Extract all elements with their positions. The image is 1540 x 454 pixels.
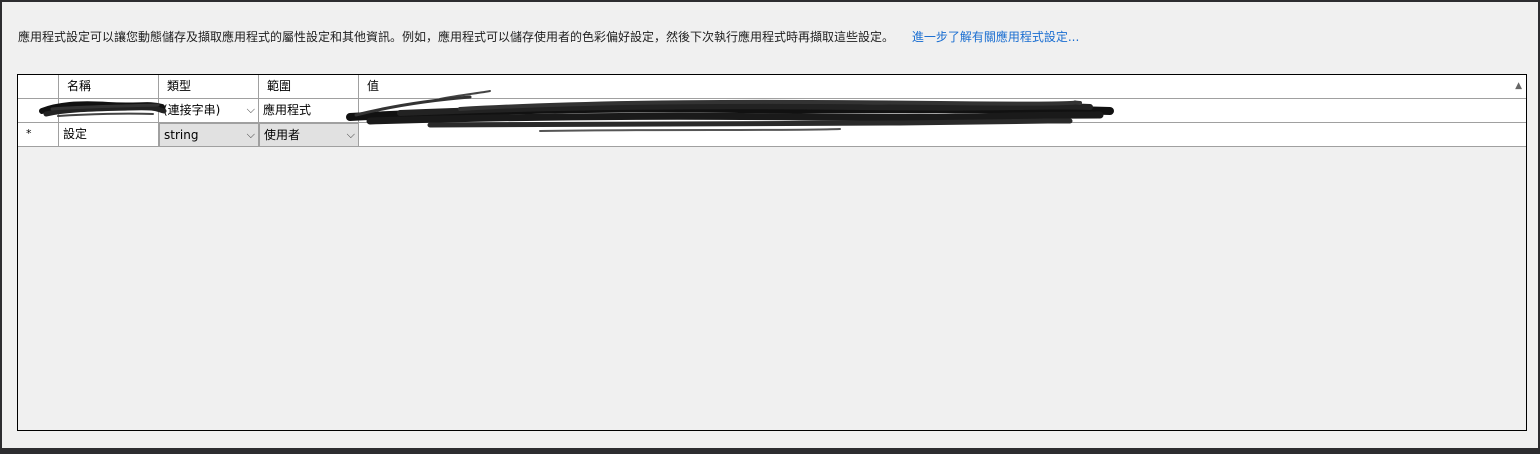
setting-name-cell[interactable]: 設定 — [59, 123, 159, 147]
learn-more-link[interactable]: 進一步了解有關應用程式設定... — [912, 30, 1079, 44]
settings-grid: 名稱 類型 範圍 值 ▲ (連接字串) ⌵ 應用程式 * 設定 string ⌵… — [17, 74, 1527, 431]
setting-type-combo[interactable]: (連接字串) ⌵ — [159, 99, 259, 123]
header-selector[interactable] — [18, 75, 59, 99]
chevron-down-icon[interactable]: ⌵ — [347, 124, 355, 146]
chevron-down-icon[interactable]: ⌵ — [247, 99, 255, 121]
column-header-value[interactable]: 值 ▲ — [359, 75, 1526, 99]
setting-value-cell[interactable] — [359, 99, 1526, 123]
row-selector[interactable] — [18, 99, 59, 123]
column-header-scope[interactable]: 範圍 — [259, 75, 359, 99]
column-header-value-label: 值 — [367, 79, 380, 93]
description-text: 應用程式設定可以讓您動態儲存及擷取應用程式的屬性設定和其他資訊。例如，應用程式可… — [18, 30, 895, 44]
column-header-type[interactable]: 類型 — [159, 75, 259, 99]
setting-scope-cell[interactable]: 應用程式 — [259, 99, 359, 123]
setting-type-value: (連接字串) — [163, 103, 221, 117]
setting-type-value: string — [164, 128, 199, 142]
table-row: * 設定 string ⌵ 使用者 ⌵ — [18, 123, 1526, 147]
column-header-name[interactable]: 名稱 — [59, 75, 159, 99]
grid-header: 名稱 類型 範圍 值 ▲ — [18, 75, 1526, 99]
table-row: (連接字串) ⌵ 應用程式 — [18, 99, 1526, 123]
new-row-marker[interactable]: * — [18, 123, 59, 147]
setting-name-cell[interactable] — [59, 99, 159, 123]
setting-scope-combo[interactable]: 使用者 ⌵ — [259, 123, 359, 147]
setting-scope-value: 使用者 — [264, 128, 301, 142]
setting-type-combo[interactable]: string ⌵ — [159, 123, 259, 147]
settings-description: 應用程式設定可以讓您動態儲存及擷取應用程式的屬性設定和其他資訊。例如，應用程式可… — [18, 28, 1079, 45]
chevron-down-icon[interactable]: ⌵ — [247, 124, 255, 146]
setting-value-cell[interactable] — [359, 123, 1526, 147]
sort-up-icon: ▲ — [1515, 81, 1522, 91]
settings-panel: 應用程式設定可以讓您動態儲存及擷取應用程式的屬性設定和其他資訊。例如，應用程式可… — [2, 2, 1538, 448]
